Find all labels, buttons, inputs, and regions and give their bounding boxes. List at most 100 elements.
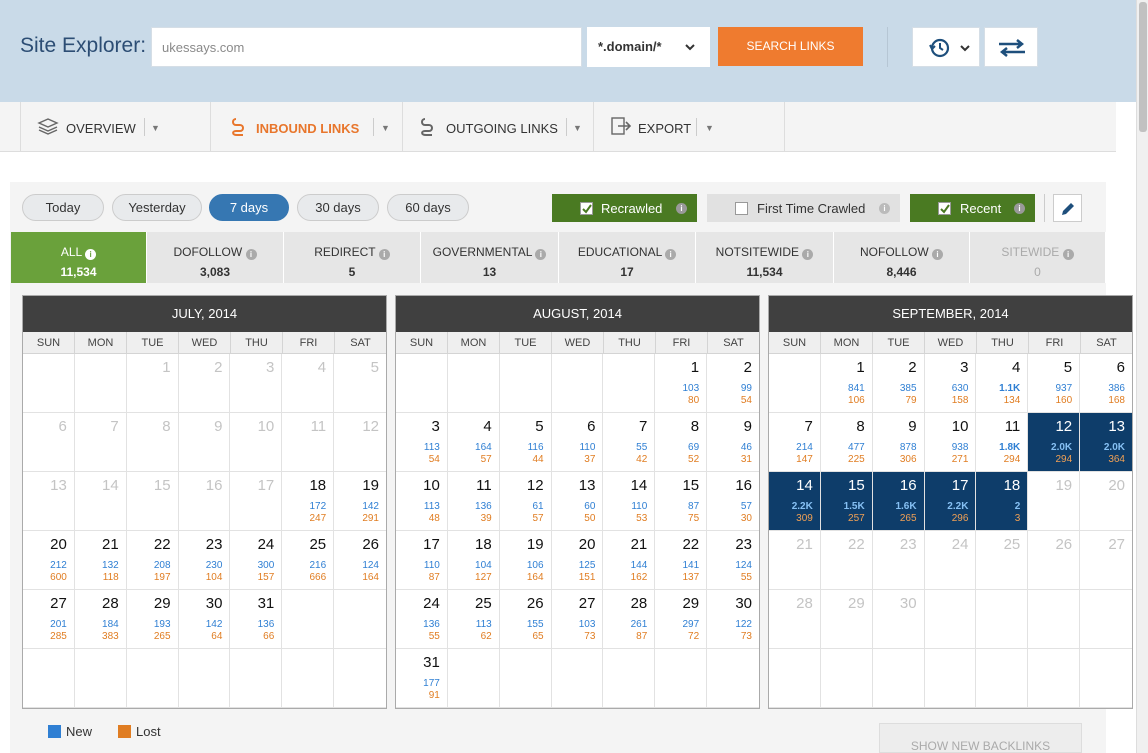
- calendar-day[interactable]: 31 136 66: [230, 590, 283, 649]
- range-60-days[interactable]: 60 days: [387, 194, 469, 221]
- stat-governmental[interactable]: GOVERNMENTAL i 13: [421, 232, 559, 283]
- calendar-day[interactable]: 6 386 168: [1080, 354, 1132, 413]
- calendar-day[interactable]: 19 142 291: [334, 472, 386, 531]
- calendar-day[interactable]: 22 141 137: [655, 531, 708, 590]
- show-new-backlinks-button[interactable]: SHOW NEW BACKLINKS: [879, 723, 1082, 753]
- calendar-day[interactable]: 23 124 55: [707, 531, 759, 590]
- calendar-day[interactable]: 13 60 50: [551, 472, 604, 531]
- calendar-day[interactable]: 17 110 87: [396, 531, 448, 590]
- range-yesterday[interactable]: Yesterday: [112, 194, 202, 221]
- calendar-day[interactable]: 9 46 31: [707, 413, 759, 472]
- calendar-day[interactable]: 20 212 600: [23, 531, 75, 590]
- info-icon[interactable]: i: [676, 203, 687, 214]
- recent-checkbox[interactable]: [938, 202, 951, 215]
- calendar-day[interactable]: 8 477 225: [820, 413, 873, 472]
- calendar-day[interactable]: 18 172 247: [282, 472, 335, 531]
- chevron-down-icon[interactable]: ▼: [705, 123, 714, 133]
- calendar-day[interactable]: 10 113 48: [396, 472, 448, 531]
- stat-all[interactable]: ALL i 11,534: [11, 232, 147, 283]
- calendar-day[interactable]: 20 125 151: [551, 531, 604, 590]
- info-icon[interactable]: i: [245, 249, 257, 260]
- calendar-day[interactable]: 13 2.0K 364: [1080, 413, 1132, 472]
- chevron-down-icon[interactable]: ▼: [573, 123, 582, 133]
- info-icon[interactable]: i: [802, 249, 814, 260]
- calendar-day[interactable]: 27 201 285: [23, 590, 75, 649]
- calendar-day[interactable]: 30 142 64: [178, 590, 231, 649]
- calendar-day[interactable]: 6 110 37: [551, 413, 604, 472]
- calendar-day[interactable]: 7 55 42: [603, 413, 656, 472]
- filter-first-time-crawled[interactable]: First Time Crawled i: [707, 194, 900, 222]
- edit-button[interactable]: [1053, 194, 1082, 222]
- calendar-day[interactable]: 29 193 265: [126, 590, 179, 649]
- calendar-day[interactable]: 3 630 158: [924, 354, 977, 413]
- calendar-day[interactable]: 1 103 80: [655, 354, 708, 413]
- calendar-day[interactable]: 24 300 157: [230, 531, 283, 590]
- calendar-day[interactable]: 26 124 164: [334, 531, 386, 590]
- calendar-day[interactable]: 25 113 62: [447, 590, 500, 649]
- info-icon[interactable]: i: [1062, 249, 1074, 260]
- domain-mode-select[interactable]: *.domain/*: [587, 27, 710, 67]
- stat-nofollow[interactable]: NOFOLLOW i 8,446: [834, 232, 970, 283]
- calendar-day[interactable]: 24 136 55: [396, 590, 448, 649]
- tab-inbound-links[interactable]: INBOUND LINKS ▼: [211, 102, 403, 152]
- calendar-day[interactable]: 4 1.1K 134: [976, 354, 1029, 413]
- calendar-day[interactable]: 2 99 54: [707, 354, 759, 413]
- calendar-day[interactable]: 1 841 106: [820, 354, 873, 413]
- calendar-day[interactable]: 25 216 666: [282, 531, 335, 590]
- calendar-day[interactable]: 10 938 271: [924, 413, 977, 472]
- stat-dofollow[interactable]: DOFOLLOW i 3,083: [147, 232, 284, 283]
- calendar-day[interactable]: 5 937 160: [1028, 354, 1081, 413]
- stat-sitewide[interactable]: SITEWIDE i 0: [970, 232, 1106, 283]
- tab-outgoing-links[interactable]: OUTGOING LINKS ▼: [403, 102, 594, 152]
- calendar-day[interactable]: 15 1.5K 257: [820, 472, 873, 531]
- swap-button[interactable]: [984, 27, 1038, 67]
- calendar-day[interactable]: 9 878 306: [872, 413, 925, 472]
- calendar-day[interactable]: 12 2.0K 294: [1028, 413, 1081, 472]
- calendar-day[interactable]: 28 184 383: [74, 590, 127, 649]
- calendar-day[interactable]: 12 61 57: [499, 472, 552, 531]
- calendar-day[interactable]: 7 214 147: [769, 413, 821, 472]
- calendar-day[interactable]: 11 1.8K 294: [976, 413, 1029, 472]
- range-7-days[interactable]: 7 days: [209, 194, 289, 221]
- info-icon[interactable]: i: [932, 249, 943, 260]
- info-icon[interactable]: i: [85, 249, 97, 260]
- calendar-day[interactable]: 16 1.6K 265: [872, 472, 925, 531]
- calendar-day[interactable]: 27 103 73: [551, 590, 604, 649]
- calendar-day[interactable]: 18 2 3: [976, 472, 1029, 531]
- tab-export[interactable]: EXPORT ▼: [594, 102, 785, 152]
- calendar-day[interactable]: 23 230 104: [178, 531, 231, 590]
- calendar-day[interactable]: 3 113 54: [396, 413, 448, 472]
- calendar-day[interactable]: 14 2.2K 309: [769, 472, 821, 531]
- scrollbar[interactable]: [1136, 0, 1148, 753]
- calendar-day[interactable]: 11 136 39: [447, 472, 500, 531]
- calendar-day[interactable]: 22 208 197: [126, 531, 179, 590]
- first-time-checkbox[interactable]: [735, 202, 748, 215]
- calendar-day[interactable]: 18 104 127: [447, 531, 500, 590]
- calendar-day[interactable]: 28 261 87: [603, 590, 656, 649]
- info-icon[interactable]: i: [665, 249, 677, 260]
- calendar-day[interactable]: 21 132 118: [74, 531, 127, 590]
- range-today[interactable]: Today: [22, 194, 104, 221]
- info-icon[interactable]: i: [879, 203, 890, 214]
- stat-notsitewide[interactable]: NOTSITEWIDE i 11,534: [696, 232, 834, 283]
- search-links-button[interactable]: SEARCH LINKS: [718, 27, 863, 66]
- calendar-day[interactable]: 14 110 53: [603, 472, 656, 531]
- stat-educational[interactable]: EDUCATIONAL i 17: [559, 232, 696, 283]
- calendar-day[interactable]: 2 385 79: [872, 354, 925, 413]
- calendar-day[interactable]: 5 116 44: [499, 413, 552, 472]
- calendar-day[interactable]: 8 69 52: [655, 413, 708, 472]
- calendar-day[interactable]: 30 122 73: [707, 590, 759, 649]
- calendar-day[interactable]: 21 144 162: [603, 531, 656, 590]
- info-icon[interactable]: i: [535, 249, 547, 260]
- chevron-down-icon[interactable]: ▼: [381, 123, 390, 133]
- chevron-down-icon[interactable]: ▼: [151, 123, 160, 133]
- range-30-days[interactable]: 30 days: [297, 194, 379, 221]
- calendar-day[interactable]: 16 57 30: [707, 472, 759, 531]
- history-button[interactable]: [912, 27, 980, 67]
- calendar-day[interactable]: 31 177 91: [396, 649, 448, 708]
- calendar-day[interactable]: 29 297 72: [655, 590, 708, 649]
- calendar-day[interactable]: 15 87 75: [655, 472, 708, 531]
- calendar-day[interactable]: 26 155 65: [499, 590, 552, 649]
- calendar-day[interactable]: 4 164 57: [447, 413, 500, 472]
- filter-recrawled[interactable]: Recrawled i: [552, 194, 697, 222]
